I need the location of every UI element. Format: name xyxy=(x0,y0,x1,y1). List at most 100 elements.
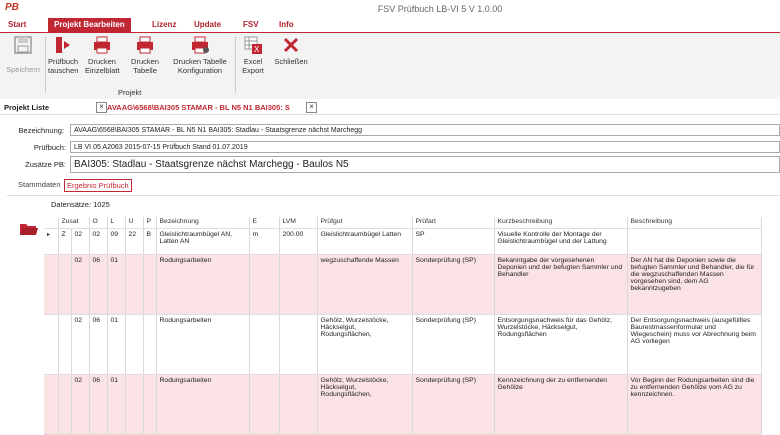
cell-beschreibung xyxy=(627,228,762,255)
cell-beschreibung: Vor Beginn der Rodungsarbeiten sind die … xyxy=(627,374,762,435)
table-row[interactable]: ▸ Z 02 02 09 22 B Gleislichtraumbügel AN… xyxy=(44,228,762,255)
print-single-button[interactable]: Drucken Einzelblatt xyxy=(85,35,120,75)
cell-lvm xyxy=(279,374,318,435)
cell-pruefgut: Gehölz, Wurzelstöcke, Häckselgut, Rodung… xyxy=(317,314,413,375)
cell-p: 22 xyxy=(125,228,144,255)
menu-info[interactable]: Info xyxy=(273,18,300,32)
tab-ergebnis-pruefbuch[interactable]: Ergebnis Prüfbuch xyxy=(64,179,132,192)
pruefbuch-label: Prüfbuch: xyxy=(33,143,66,152)
tab-stammdaten[interactable]: Stammdaten xyxy=(16,179,63,190)
cell-zusat xyxy=(58,314,72,375)
col-header-o[interactable]: O xyxy=(89,217,108,229)
cell-bezeichnung: Rodungsarbeiten xyxy=(156,374,250,435)
cell-u: 01 xyxy=(107,254,126,315)
cell-p xyxy=(125,314,144,375)
print-table-button[interactable]: Drucken Tabelle xyxy=(128,35,162,75)
menu-update[interactable]: Update xyxy=(188,18,227,32)
cell-type xyxy=(143,254,157,315)
table-row[interactable]: 02 06 01 Rodungsarbeiten Gehölz, Wurzels… xyxy=(44,374,762,435)
col-header-l[interactable]: L xyxy=(107,217,126,229)
cell-l: 02 xyxy=(89,228,108,255)
menu-lizenz[interactable]: Lizenz xyxy=(146,18,182,32)
zusatz-field[interactable]: BAI305: Stadlau - Staatsgrenze nächst Ma… xyxy=(70,156,780,173)
cell-pruefgut: Gehölz, Wurzelstöcke, Häckselgut, Rodung… xyxy=(317,374,413,435)
cell-u: 01 xyxy=(107,374,126,435)
ribbon: Speichern Prüfbuch tauschen Drucken Einz… xyxy=(0,32,780,100)
cell-type xyxy=(143,374,157,435)
cell-kurzbeschreibung: Entsorgungsnachweis für das Gehölz, Wurz… xyxy=(494,314,628,375)
cell-kurzbeschreibung: Bekanntgabe der vorgesehenen Deponien un… xyxy=(494,254,628,315)
cell-bezeichnung: Rodungsarbeiten xyxy=(156,254,250,315)
cell-lvm: 200.00 xyxy=(279,228,318,255)
excel-export-button[interactable]: X Excel Export xyxy=(239,35,267,75)
swap-pruefbuch-button[interactable]: Prüfbuch tauschen xyxy=(48,35,78,75)
cell-o: 02 xyxy=(71,228,90,255)
cell-pruefart: SP xyxy=(412,228,495,255)
printer-icon xyxy=(135,35,155,55)
excel-icon: X xyxy=(243,35,263,55)
cell-u: 09 xyxy=(107,228,126,255)
col-header-bezeichnung[interactable]: Bezeichnung xyxy=(156,217,250,229)
cell-e xyxy=(249,374,280,435)
cell-o: 02 xyxy=(71,374,90,435)
cell-kurzbeschreibung: Visuelle Kontrolle der Montage der Gleis… xyxy=(494,228,628,255)
cell-e xyxy=(249,254,280,315)
print-table-config-button[interactable]: Drucken Tabelle Konfiguration xyxy=(168,35,232,75)
window-title: FSV Prüfbuch LB-VI 5 V 1.0.00 xyxy=(377,4,503,14)
printer-icon xyxy=(92,35,112,55)
document-tab[interactable]: AVAAG\6568\BAI305 STAMAR - BL N5 N1 BAI3… xyxy=(107,103,290,112)
menu-projekt-bearbeiten[interactable]: Projekt Bearbeiten xyxy=(48,18,131,32)
cell-pruefgut: Gleislichtraumbügel Latten xyxy=(317,228,413,255)
cell-l: 06 xyxy=(89,314,108,375)
cell-e xyxy=(249,314,280,375)
col-header-pruefgut[interactable]: Prüfgut xyxy=(317,217,413,229)
bezeichnung-label: Bezeichnung: xyxy=(18,126,64,135)
cell-zusat xyxy=(58,374,72,435)
save-icon xyxy=(13,35,33,55)
cell-bezeichnung: Gleislichtraumbügel AN, Latten AN xyxy=(156,228,250,255)
table-header-row: Zusat O L U P Bezeichnung E LVM Prüfgut … xyxy=(44,217,762,229)
col-header-kurzbeschreibung[interactable]: Kurzbeschreibung xyxy=(494,217,628,229)
cell-pruefart: Sonderprüfung (SP) xyxy=(412,374,495,435)
col-header-p[interactable]: P xyxy=(143,217,157,229)
table-row[interactable]: 02 06 01 Rodungsarbeiten wegzuschaffende… xyxy=(44,254,762,315)
cell-pruefgut: wegzuschaffende Massen xyxy=(317,254,413,315)
bezeichnung-field[interactable]: AVAAG\6568\BAI305 STAMAR - BL N5 N1 BAI3… xyxy=(70,124,780,136)
cell-pruefart: Sonderprüfung (SP) xyxy=(412,254,495,315)
cell-u: 01 xyxy=(107,314,126,375)
col-header-beschreibung[interactable]: Beschreibung xyxy=(627,217,762,229)
close-button[interactable]: Schließen xyxy=(272,35,310,66)
svg-text:X: X xyxy=(254,45,260,54)
cell-beschreibung: Der AN hat die Deponien sowie die befugt… xyxy=(627,254,762,315)
cell-beschreibung: Der Entsorgungsnachweis (ausgefülltes Ba… xyxy=(627,314,762,375)
cell-l: 06 xyxy=(89,374,108,435)
cell-pruefart: Sonderprüfung (SP) xyxy=(412,314,495,375)
close-tab-icon[interactable]: × xyxy=(306,102,317,113)
swap-book-icon xyxy=(53,35,73,55)
results-table: Zusat O L U P Bezeichnung E LVM Prüfgut … xyxy=(44,217,762,435)
ribbon-separator xyxy=(235,37,236,93)
save-button[interactable]: Speichern xyxy=(4,35,42,74)
menu-start[interactable]: Start xyxy=(2,18,32,32)
col-header-zusat[interactable]: Zusat xyxy=(58,217,90,229)
pruefbuch-field[interactable]: LB VI 05 A2063 2015-07-15 Prüfbuch Stand… xyxy=(70,141,780,153)
table-row[interactable]: 02 06 01 Rodungsarbeiten Gehölz, Wurzels… xyxy=(44,314,762,375)
cell-o: 02 xyxy=(71,254,90,315)
cell-type xyxy=(143,314,157,375)
col-header-pruefart[interactable]: Prüfart xyxy=(412,217,495,229)
col-header-lvm[interactable]: LVM xyxy=(279,217,318,229)
col-header-e[interactable]: E xyxy=(249,217,280,229)
zusatz-label: Zusätze PB: xyxy=(25,160,66,169)
folder-icon[interactable] xyxy=(20,222,38,235)
records-count: Datensätze: 1025 xyxy=(51,200,110,209)
cell-e: m xyxy=(249,228,280,255)
close-list-icon[interactable]: × xyxy=(96,102,107,113)
menu-fsv[interactable]: FSV xyxy=(237,18,265,32)
ribbon-separator xyxy=(45,37,46,93)
ribbon-group-label: Projekt xyxy=(118,88,142,97)
printer-config-icon xyxy=(190,35,210,55)
cell-zusat xyxy=(58,254,72,315)
cell-o: 02 xyxy=(71,314,90,375)
cell-kurzbeschreibung: Kennzeichnung der zu entfernenden Gehölz… xyxy=(494,374,628,435)
col-header-u[interactable]: U xyxy=(125,217,144,229)
